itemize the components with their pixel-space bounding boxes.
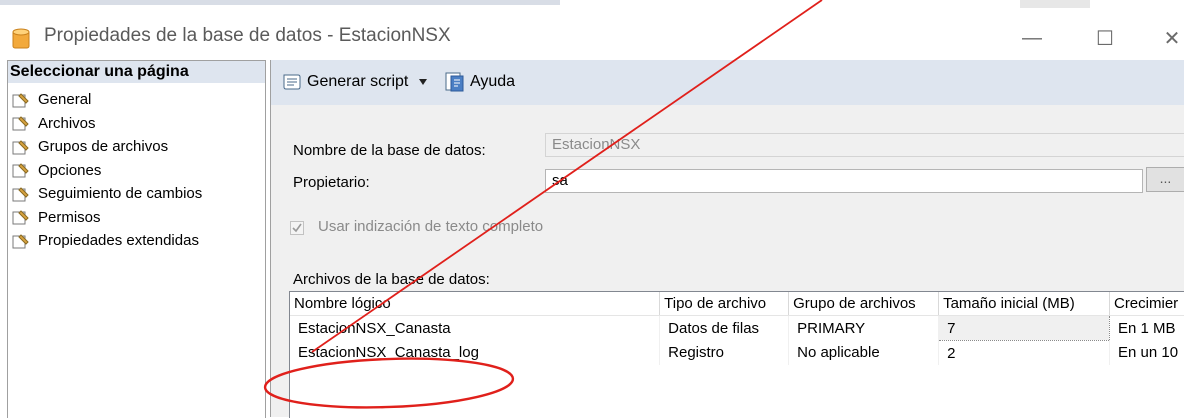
help-label: Ayuda bbox=[470, 73, 516, 90]
page-wrench-icon bbox=[12, 140, 29, 155]
browse-owner-button[interactable]: ... bbox=[1146, 167, 1184, 192]
nav-item-seguimiento-de-cambios[interactable]: Seguimiento de cambios bbox=[12, 182, 202, 206]
db-name-label: Nombre de la base de datos: bbox=[293, 142, 486, 159]
nav-item-archivos[interactable]: Archivos bbox=[12, 112, 202, 136]
nav-item-label: Archivos bbox=[38, 114, 96, 132]
file-type-cell: Datos de filas bbox=[659, 315, 790, 341]
maximize-button[interactable]: ☐ bbox=[1083, 21, 1127, 55]
table-row[interactable]: EstacionNSX_Canasta Datos de filas PRIMA… bbox=[290, 315, 1184, 341]
page-selector-header: Seleccionar una página bbox=[8, 61, 265, 83]
page-wrench-icon bbox=[12, 116, 29, 131]
file-type-cell: Registro bbox=[659, 340, 790, 365]
column-header[interactable]: Tamaño inicial (MB) bbox=[938, 292, 1110, 316]
background-blur bbox=[1020, 0, 1090, 8]
db-name-field[interactable]: EstacionNSX bbox=[545, 133, 1184, 157]
page-wrench-icon bbox=[12, 93, 29, 108]
checkmark-icon bbox=[292, 223, 302, 233]
nav-item-label: Seguimiento de cambios bbox=[38, 185, 203, 203]
script-dropdown-button[interactable] bbox=[418, 70, 432, 94]
page-list: General Archivos Grupos de archivos Opci… bbox=[12, 88, 202, 253]
column-header[interactable]: Crecimier bbox=[1109, 292, 1184, 316]
autogrowth-cell[interactable]: En 1 MB bbox=[1109, 315, 1184, 341]
nav-item-label: Permisos bbox=[38, 208, 101, 226]
nav-item-general[interactable]: General bbox=[12, 88, 202, 112]
nav-item-label: Opciones bbox=[38, 161, 102, 179]
page-wrench-icon bbox=[12, 187, 29, 202]
script-icon bbox=[283, 74, 301, 90]
column-header[interactable]: Tipo de archivo bbox=[659, 292, 790, 316]
filegroup-cell[interactable]: PRIMARY bbox=[788, 315, 940, 341]
chevron-down-icon bbox=[419, 79, 427, 85]
page-wrench-icon bbox=[12, 234, 29, 249]
fulltext-label: Usar indización de texto completo bbox=[318, 218, 544, 235]
window-title: Propiedades de la base de datos - Estaci… bbox=[44, 25, 451, 46]
nav-item-label: Propiedades extendidas bbox=[38, 232, 199, 250]
owner-label: Propietario: bbox=[293, 174, 370, 191]
filegroup-cell[interactable]: No aplicable bbox=[788, 340, 940, 365]
nav-item-permisos[interactable]: Permisos bbox=[12, 206, 202, 230]
logical-name-cell[interactable]: EstacionNSX_Canasta bbox=[290, 315, 661, 341]
properties-pane: Generar script Ayuda Nombre de la base d… bbox=[270, 60, 1184, 418]
generate-script-label: Generar script bbox=[307, 73, 409, 90]
page-wrench-icon bbox=[12, 163, 29, 178]
background-blur bbox=[0, 0, 560, 5]
help-button[interactable]: Ayuda bbox=[444, 70, 515, 94]
initial-size-cell[interactable]: 7 bbox=[938, 315, 1110, 341]
nav-item-propiedades-extendidas[interactable]: Propiedades extendidas bbox=[12, 229, 202, 253]
nav-item-opciones[interactable]: Opciones bbox=[12, 159, 202, 183]
grid-header-row: Nombre lógico Tipo de archivo Grupo de a… bbox=[290, 292, 1184, 316]
column-header[interactable]: Grupo de archivos bbox=[788, 292, 940, 316]
fulltext-checkbox[interactable] bbox=[290, 221, 304, 235]
files-grid[interactable]: Nombre lógico Tipo de archivo Grupo de a… bbox=[289, 291, 1184, 418]
database-icon bbox=[12, 28, 30, 49]
column-header[interactable]: Nombre lógico bbox=[290, 292, 661, 316]
files-section-label: Archivos de la base de datos: bbox=[293, 271, 490, 288]
close-button[interactable]: ✕ bbox=[1150, 21, 1184, 55]
nav-item-label: General bbox=[38, 91, 92, 109]
owner-field[interactable]: sa bbox=[545, 169, 1143, 193]
toolbar: Generar script Ayuda bbox=[271, 60, 1184, 105]
page-selector-pane: Seleccionar una página General Archivos … bbox=[7, 60, 266, 418]
logical-name-cell[interactable]: EstacionNSX_Canasta_log bbox=[290, 340, 661, 365]
page-wrench-icon bbox=[12, 210, 29, 225]
minimize-button[interactable]: — bbox=[1010, 21, 1054, 55]
title-bar[interactable]: Propiedades de la base de datos - Estaci… bbox=[0, 13, 1184, 58]
table-row[interactable]: EstacionNSX_Canasta_log Registro No apli… bbox=[290, 340, 1184, 365]
nav-item-grupos-de-archivos[interactable]: Grupos de archivos bbox=[12, 135, 202, 159]
help-icon bbox=[445, 72, 464, 92]
autogrowth-cell[interactable]: En un 10 bbox=[1109, 340, 1184, 365]
initial-size-cell[interactable]: 2 bbox=[938, 340, 1110, 365]
generate-script-button[interactable]: Generar script bbox=[281, 70, 408, 94]
background-window-strip bbox=[0, 0, 1184, 13]
nav-item-label: Grupos de archivos bbox=[38, 138, 169, 156]
